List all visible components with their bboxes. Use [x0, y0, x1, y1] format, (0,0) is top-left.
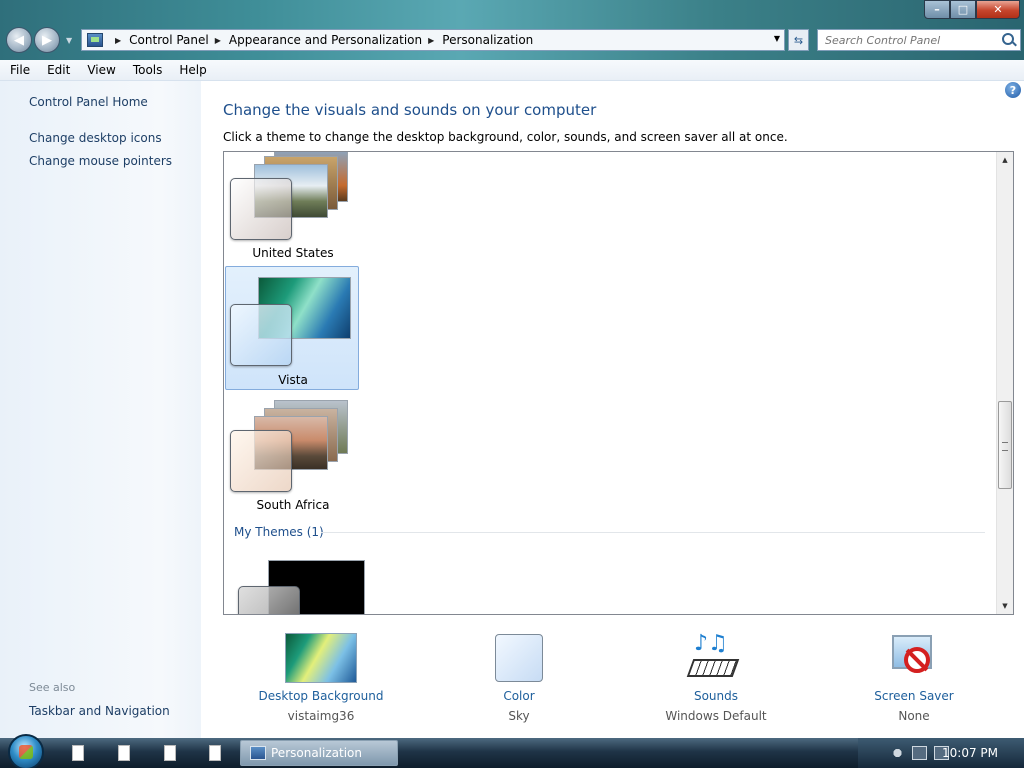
theme-list-scrollbar[interactable]: ▲ ▼ [996, 152, 1013, 614]
address-dropdown-icon[interactable]: ▼ [774, 34, 780, 43]
screen-saver-setting[interactable]: Screen Saver None [834, 633, 994, 723]
menu-tools[interactable]: Tools [123, 63, 170, 77]
network-icon[interactable] [912, 746, 927, 760]
quick-launch-document-icon[interactable] [118, 745, 130, 761]
minimize-button[interactable]: – [924, 0, 950, 19]
change-desktop-icons-link[interactable]: Change desktop icons [29, 131, 162, 145]
quick-launch-document-icon[interactable] [209, 745, 221, 761]
address-bar[interactable]: ▶ Control Panel ▶ Appearance and Persona… [81, 29, 785, 51]
refresh-button[interactable]: ⇆ [788, 29, 809, 51]
page-title: Change the visuals and sounds on your co… [223, 101, 597, 119]
theme-item-my-theme[interactable] [238, 558, 368, 614]
scroll-up-icon[interactable]: ▲ [997, 152, 1013, 168]
breadcrumb-separator-icon[interactable]: ▶ [215, 36, 221, 45]
scroll-down-icon[interactable]: ▼ [997, 598, 1013, 614]
clock[interactable]: 10:07 PM [942, 746, 998, 760]
breadcrumb-appearance[interactable]: Appearance and Personalization [229, 33, 422, 47]
sounds-icon: ♪♫ [686, 631, 744, 683]
desktop-background-setting[interactable]: Desktop Background vistaimg36 [241, 633, 401, 723]
theme-name: South Africa [256, 498, 330, 512]
theme-list: United States Vista South Africa My Them… [223, 151, 1014, 615]
menu-bar: File Edit View Tools Help [0, 60, 1024, 81]
quick-launch-document-icon[interactable] [164, 745, 176, 761]
my-themes-heading: My Themes (1) [234, 525, 324, 539]
color-setting[interactable]: Color Sky [439, 633, 599, 723]
theme-item-united-states[interactable]: United States [226, 152, 360, 266]
breadcrumb-control-panel[interactable]: Control Panel [129, 33, 209, 47]
scroll-thumb[interactable] [998, 401, 1012, 489]
maximize-button[interactable]: □ [950, 0, 976, 19]
theme-color-preview [230, 304, 292, 366]
setting-value: Windows Default [665, 709, 767, 723]
setting-name[interactable]: Desktop Background [241, 689, 401, 703]
setting-value: Sky [508, 709, 530, 723]
taskbar-button-personalization[interactable]: Personalization [240, 740, 398, 766]
theme-item-vista[interactable]: Vista [225, 266, 359, 390]
theme-color-preview [230, 430, 292, 492]
volume-muted-icon[interactable] [890, 746, 905, 760]
breadcrumb-separator-icon[interactable]: ▶ [115, 36, 121, 45]
breadcrumb-separator-icon[interactable]: ▶ [428, 36, 434, 45]
notification-area: 10:07 PM [858, 738, 1024, 768]
caption-buttons: – □ ✕ [924, 0, 1020, 19]
control-panel-icon [250, 746, 266, 760]
theme-name: Vista [278, 373, 308, 387]
menu-edit[interactable]: Edit [37, 63, 77, 77]
help-icon[interactable]: ? [1005, 82, 1021, 98]
setting-name[interactable]: Screen Saver [834, 689, 994, 703]
start-button[interactable] [8, 734, 44, 768]
setting-value: vistaimg36 [287, 709, 355, 723]
page-description: Click a theme to change the desktop back… [223, 130, 788, 144]
menu-help[interactable]: Help [169, 63, 213, 77]
taskbar-navigation-link[interactable]: Taskbar and Navigation [29, 704, 170, 718]
search-input[interactable] [818, 30, 988, 50]
window-titlebar: – □ ✕ ◀ ▶ ▼ ▶ Control Panel ▶ Appearance… [0, 0, 1024, 60]
setting-name[interactable]: Sounds [636, 689, 796, 703]
search-box[interactable] [817, 29, 1021, 51]
theme-color-preview [238, 586, 300, 614]
setting-name[interactable]: Color [439, 689, 599, 703]
search-icon[interactable] [1002, 33, 1014, 45]
navigation-bar: ◀ ▶ ▼ ▶ Control Panel ▶ Appearance and P… [0, 24, 1024, 58]
theme-color-preview [230, 178, 292, 240]
recent-pages-dropdown[interactable]: ▼ [66, 36, 76, 46]
forward-button[interactable]: ▶ [34, 27, 60, 53]
sounds-setting[interactable]: ♪♫ Sounds Windows Default [636, 631, 796, 723]
taskbar-button-label: Personalization [271, 746, 362, 760]
task-pane: Control Panel Home Change desktop icons … [0, 81, 201, 738]
wallpaper-icon [285, 633, 357, 683]
theme-name: United States [252, 246, 334, 260]
color-swatch-icon [495, 633, 543, 683]
see-also-heading: See also [29, 681, 76, 694]
menu-view[interactable]: View [77, 63, 122, 77]
breadcrumb-personalization[interactable]: Personalization [442, 33, 533, 47]
screen-saver-icon [888, 633, 940, 683]
quick-launch-document-icon[interactable] [72, 745, 84, 761]
menu-file[interactable]: File [0, 63, 37, 77]
control-panel-icon [87, 33, 103, 47]
control-panel-home-link[interactable]: Control Panel Home [29, 95, 148, 109]
setting-value: None [898, 709, 930, 723]
theme-item-south-africa[interactable]: South Africa [226, 394, 360, 518]
back-button[interactable]: ◀ [6, 27, 32, 53]
change-mouse-pointers-link[interactable]: Change mouse pointers [29, 154, 172, 168]
section-divider [321, 532, 985, 533]
taskbar: Personalization 10:07 PM [0, 734, 1024, 768]
close-button[interactable]: ✕ [976, 0, 1020, 19]
